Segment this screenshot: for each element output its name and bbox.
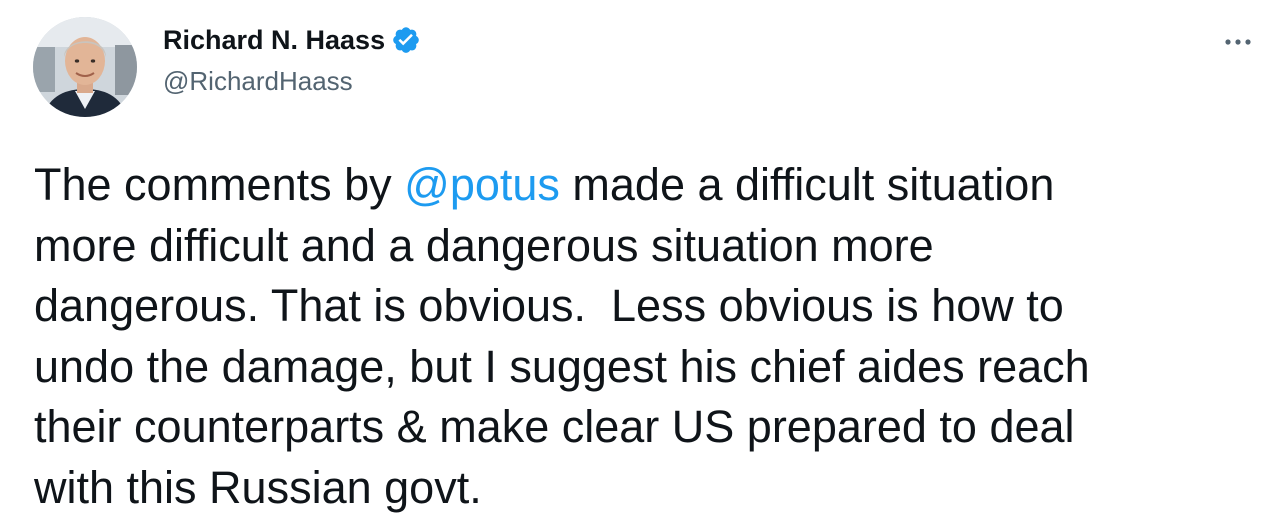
tweet-line: more difficult and a dangerous situation… — [34, 219, 934, 271]
tweet-line: undo the damage, but I suggest his chief… — [34, 340, 1090, 392]
more-options-icon — [1225, 39, 1251, 45]
author-info: Richard N. Haass @RichardHaass — [163, 20, 421, 97]
profile-photo-icon — [33, 17, 137, 117]
user-handle[interactable]: @RichardHaass — [163, 66, 421, 97]
avatar[interactable] — [33, 17, 137, 117]
tweet-line: with this Russian govt. — [34, 461, 482, 513]
tweet-line: The comments by @potus made a difficult … — [34, 155, 1264, 216]
tweet-card: Richard N. Haass @RichardHaass The comme… — [0, 0, 1280, 520]
tweet-line: their counterparts & make clear US prepa… — [34, 401, 1075, 452]
tweet-text: The comments by @potus made a difficult … — [34, 155, 1264, 518]
verified-badge-icon — [391, 25, 421, 55]
name-row: Richard N. Haass — [163, 20, 421, 60]
mention-link[interactable]: @potus — [404, 159, 560, 210]
display-name[interactable]: Richard N. Haass — [163, 25, 385, 56]
tweet-text-segment: made a difficult situation — [559, 159, 1055, 210]
tweet-line: dangerous. That is obvious. Less obvious… — [34, 280, 1064, 331]
tweet-text-segment: The comments by — [34, 159, 405, 210]
more-options-button[interactable] — [1218, 22, 1258, 62]
